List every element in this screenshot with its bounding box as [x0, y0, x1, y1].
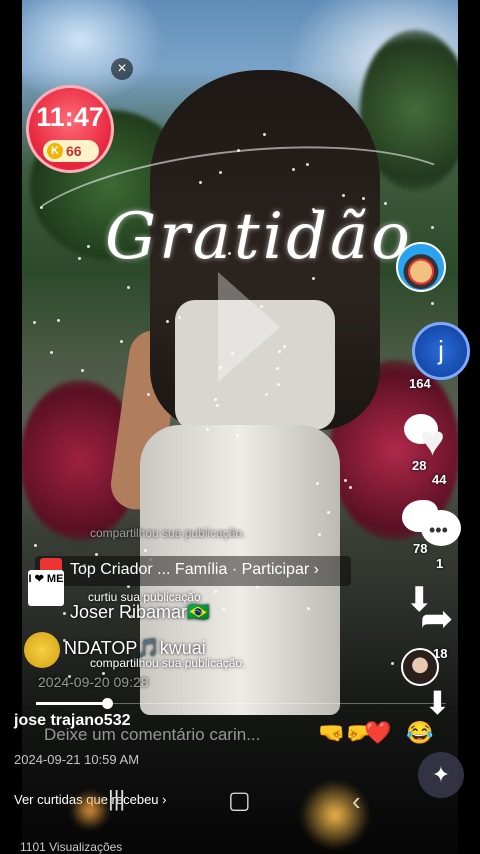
profile-avatar-j[interactable]: j [412, 322, 470, 380]
sparkle-dot [384, 201, 388, 205]
music-avatar[interactable] [401, 648, 439, 686]
sparkle-dot [326, 510, 330, 514]
sparkle-dot [80, 368, 84, 372]
sparkle-dot [277, 350, 281, 354]
sparkle-dot [140, 252, 144, 256]
laugh-reaction[interactable]: 😂 [406, 720, 433, 746]
sparkle-dot [276, 382, 280, 386]
sparkle-dot [318, 532, 322, 536]
sparkle-dot [50, 350, 53, 354]
views-count: 1101 Visualizações [20, 840, 123, 854]
close-icon[interactable]: × [111, 58, 133, 80]
sparkle-dot [219, 170, 223, 174]
sparkle-dot [126, 285, 130, 289]
bokeh-light [300, 780, 370, 850]
sparkle-dot [33, 543, 37, 547]
sparkle-dot [62, 612, 66, 616]
sparkle-dot [214, 397, 218, 401]
sparkle-dot [56, 319, 60, 323]
sparkle-dot [143, 549, 147, 553]
user1-name[interactable]: Joser Ribamar🇧🇷 [70, 602, 209, 623]
progress-fill [36, 702, 106, 705]
comment-count: 28 [412, 458, 427, 473]
like-count: 164 [409, 376, 431, 391]
share-count: 78 [413, 541, 428, 556]
sparkle-dot [342, 193, 346, 197]
sparkle-dot [216, 403, 220, 407]
recent-apps-icon[interactable]: ||| [108, 786, 125, 812]
ghost-shared-text: compartilhou sua publicação. [90, 526, 246, 540]
comment-input[interactable]: Deixe um comentário carin... [44, 725, 260, 745]
sparkle-dot [177, 316, 181, 320]
sparkle-dot [362, 196, 366, 200]
shared-text: compartilhou sua publicação. [90, 656, 246, 670]
reward-timer[interactable]: 11:47 K 66 [26, 85, 114, 173]
post-date: 2024-09-21 10:59 AM [14, 752, 140, 767]
sparkle-dot [120, 340, 124, 344]
bokeh-light-small [70, 790, 110, 830]
overlay-title: Gratidão [105, 200, 413, 274]
sparkle-dot [214, 589, 218, 593]
effects-button[interactable]: ✦ [418, 752, 464, 798]
creator-avatar[interactable] [396, 242, 446, 292]
sparkle-dot [348, 485, 352, 489]
heart-count: 44 [432, 472, 447, 487]
right-edge [458, 0, 480, 854]
timer-time: 11:47 [36, 102, 104, 132]
sparkle-dot [306, 162, 310, 166]
banner-text[interactable]: Top Criador ... Família · Participar › [70, 561, 319, 579]
progress-handle[interactable] [102, 698, 113, 709]
sparkle-dot [235, 434, 239, 438]
coin-counter: K 66 [43, 140, 99, 162]
home-icon[interactable]: ▢ [228, 786, 251, 815]
coin-icon: K [47, 143, 63, 159]
heart-icon[interactable]: ♥ [420, 420, 445, 462]
sparkle-dot [230, 352, 234, 356]
ghost-date: 2024-09-20 09:28 [38, 674, 149, 690]
love-me-badge: I ❤ ME [28, 570, 64, 606]
chat-count: 1 [436, 556, 444, 571]
heart-reaction[interactable]: ❤️ [364, 720, 391, 746]
sparkle-dot [259, 305, 263, 309]
sparkle-dot [32, 321, 36, 325]
sparkle-dot [343, 478, 347, 482]
sparkle-dot [431, 301, 435, 305]
chat-dots-icon: ••• [429, 520, 448, 540]
user2-avatar[interactable] [24, 632, 60, 668]
sparkle-dot [227, 252, 231, 256]
forward-icon[interactable]: ➦ [420, 596, 454, 642]
sparkle-dot [390, 662, 394, 666]
progress-track[interactable] [106, 703, 446, 704]
coin-count: 66 [66, 143, 82, 159]
